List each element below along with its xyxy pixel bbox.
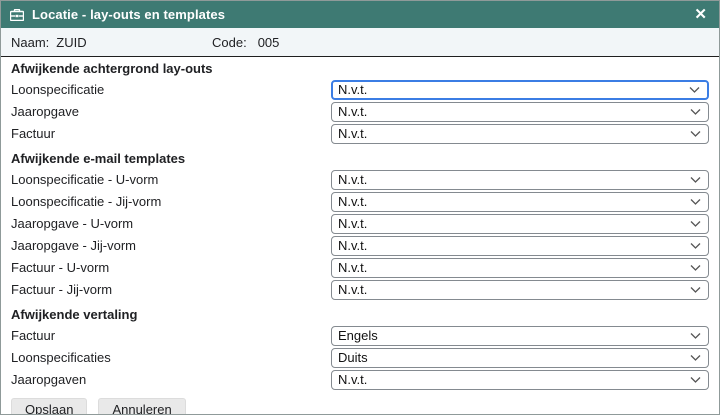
row-label: Loonspecificatie - Jij-vorm [11, 194, 331, 209]
chevron-down-icon [690, 176, 701, 183]
row-jaaropgave-jijvorm: Jaaropgave - Jij-vorm N.v.t. [11, 235, 709, 256]
chevron-down-icon [690, 376, 701, 383]
row-label: Factuur [11, 328, 331, 343]
row-label: Jaaropgave - U-vorm [11, 216, 331, 231]
titlebar: Locatie - lay-outs en templates ✕ [1, 1, 719, 28]
chevron-down-icon [690, 130, 701, 137]
loonspecificatie-jijvorm-select[interactable]: N.v.t. [331, 192, 709, 212]
row-jaaropgaven-vertaling: Jaaropgaven N.v.t. [11, 369, 709, 390]
dropdown-value: N.v.t. [338, 173, 367, 186]
row-loonspecificaties-vertaling: Loonspecificaties Duits [11, 347, 709, 368]
jaaropgave-jijvorm-select[interactable]: N.v.t. [331, 236, 709, 256]
accesskey-letter: O [25, 402, 35, 415]
dropdown-value: N.v.t. [338, 217, 367, 230]
dropdown-value: N.v.t. [338, 373, 367, 386]
naam-value: ZUID [56, 35, 86, 50]
section-email-templates: Afwijkende e-mail templates Loonspecific… [11, 151, 709, 300]
section-title: Afwijkende e-mail templates [11, 151, 709, 166]
loonspecificaties-vertaling-select[interactable]: Duits [331, 348, 709, 368]
row-label: Factuur - Jij-vorm [11, 282, 331, 297]
factuur-layout-select[interactable]: N.v.t. [331, 124, 709, 144]
row-label: Loonspecificatie [11, 82, 331, 97]
section-vertaling: Afwijkende vertaling Factuur Engels Loon… [11, 307, 709, 390]
row-loonspecificatie-uvorm: Loonspecificatie - U-vorm N.v.t. [11, 169, 709, 190]
row-label: Jaaropgave - Jij-vorm [11, 238, 331, 253]
row-factuur-layout: Factuur N.v.t. [11, 123, 709, 144]
chevron-down-icon [689, 86, 700, 93]
loonspecificatie-uvorm-select[interactable]: N.v.t. [331, 170, 709, 190]
dropdown-value: N.v.t. [338, 105, 367, 118]
dropdown-value: N.v.t. [338, 261, 367, 274]
opslaan-button[interactable]: Opslaan [11, 398, 87, 415]
section-title: Afwijkende vertaling [11, 307, 709, 322]
row-label: Jaaropgaven [11, 372, 331, 387]
row-loonspecificatie-layout: Loonspecificatie N.v.t. [11, 79, 709, 100]
chevron-down-icon [690, 108, 701, 115]
factuur-vertaling-select[interactable]: Engels [331, 326, 709, 346]
code-value: 005 [258, 35, 280, 50]
chevron-down-icon [690, 286, 701, 293]
dropdown-value: N.v.t. [338, 127, 367, 140]
row-label: Jaaropgave [11, 104, 331, 119]
row-factuur-jijvorm: Factuur - Jij-vorm N.v.t. [11, 279, 709, 300]
jaaropgave-uvorm-select[interactable]: N.v.t. [331, 214, 709, 234]
row-jaaropgave-uvorm: Jaaropgave - U-vorm N.v.t. [11, 213, 709, 234]
form-content: Afwijkende achtergrond lay-outs Loonspec… [1, 57, 719, 415]
briefcase-icon [10, 9, 24, 21]
dropdown-value: N.v.t. [338, 239, 367, 252]
row-jaaropgave-layout: Jaaropgave N.v.t. [11, 101, 709, 122]
row-factuur-uvorm: Factuur - U-vorm N.v.t. [11, 257, 709, 278]
section-achtergrond-layouts: Afwijkende achtergrond lay-outs Loonspec… [11, 61, 709, 144]
record-header: Naam: ZUID Code: 005 [1, 28, 719, 57]
chevron-down-icon [690, 332, 701, 339]
factuur-jijvorm-select[interactable]: N.v.t. [331, 280, 709, 300]
accesskey-letter: A [112, 402, 121, 415]
dropdown-value: N.v.t. [338, 195, 367, 208]
chevron-down-icon [690, 198, 701, 205]
chevron-down-icon [690, 354, 701, 361]
code-label: Code: [212, 35, 247, 50]
naam-pair: Naam: ZUID [11, 35, 212, 50]
row-label: Factuur [11, 126, 331, 141]
jaaropgaven-vertaling-select[interactable]: N.v.t. [331, 370, 709, 390]
factuur-uvorm-select[interactable]: N.v.t. [331, 258, 709, 278]
dropdown-value: Engels [338, 329, 378, 342]
row-label: Loonspecificatie - U-vorm [11, 172, 331, 187]
loonspecificatie-layout-select[interactable]: N.v.t. [331, 80, 709, 100]
chevron-down-icon [690, 242, 701, 249]
button-bar: Opslaan Annuleren [11, 398, 709, 415]
chevron-down-icon [690, 220, 701, 227]
dropdown-value: N.v.t. [338, 283, 367, 296]
chevron-down-icon [690, 264, 701, 271]
section-title: Afwijkende achtergrond lay-outs [11, 61, 709, 76]
jaaropgave-layout-select[interactable]: N.v.t. [331, 102, 709, 122]
dropdown-value: N.v.t. [338, 83, 367, 96]
dialog-locatie-layouts: Locatie - lay-outs en templates ✕ Naam: … [0, 0, 720, 415]
button-label-rest: nnuleren [121, 402, 172, 415]
button-label-rest: pslaan [35, 402, 73, 415]
naam-label: Naam: [11, 35, 49, 50]
row-loonspecificatie-jijvorm: Loonspecificatie - Jij-vorm N.v.t. [11, 191, 709, 212]
row-label: Factuur - U-vorm [11, 260, 331, 275]
annuleren-button[interactable]: Annuleren [98, 398, 185, 415]
code-pair: Code: 005 [212, 35, 279, 50]
dialog-title: Locatie - lay-outs en templates [32, 7, 225, 22]
dropdown-value: Duits [338, 351, 368, 364]
close-icon[interactable]: ✕ [692, 5, 709, 24]
row-factuur-vertaling: Factuur Engels [11, 325, 709, 346]
row-label: Loonspecificaties [11, 350, 331, 365]
